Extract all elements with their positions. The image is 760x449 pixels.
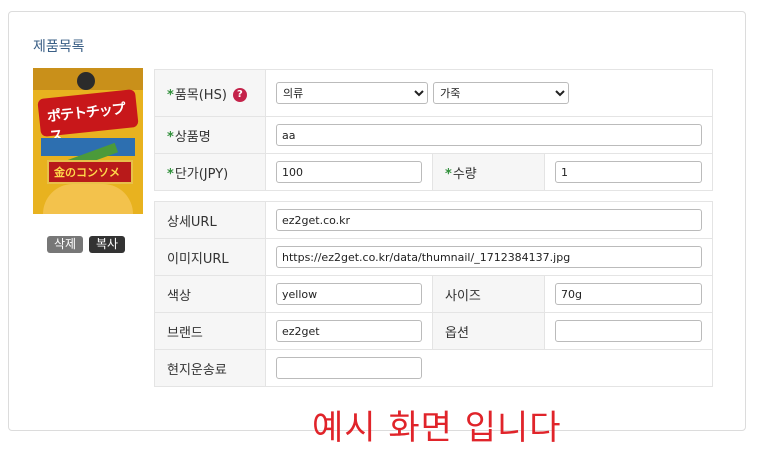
help-icon[interactable]: ? <box>232 88 247 102</box>
hs-label: 품목(HS) <box>174 87 227 103</box>
price-label: 단가(JPY) <box>174 166 229 182</box>
local-shipping-label: 현지운송료 <box>154 349 266 387</box>
brand-logo-icon <box>77 72 95 90</box>
detail-url-label: 상세URL <box>154 201 266 239</box>
copy-button[interactable]: 복사 <box>89 236 126 253</box>
brand-label: 브랜드 <box>154 312 266 350</box>
product-detail-form: 상세URL 이미지URL 색상 사이즈 브랜드 옵션 현지운송료 <box>154 201 713 387</box>
detail-url-input[interactable] <box>276 209 702 231</box>
product-image: ポテトチップス 金のコンソメ <box>33 68 143 214</box>
section-title: 제품목록 <box>33 39 85 55</box>
price-input[interactable] <box>276 161 422 183</box>
image-url-label: 이미지URL <box>154 238 266 276</box>
delete-button[interactable]: 삭제 <box>47 236 84 253</box>
product-main-form: *품목(HS)? 의류 가죽 *상품명 *단가(JPY) *수량 <box>154 69 713 191</box>
brand-input[interactable] <box>276 320 422 342</box>
size-label: 사이즈 <box>432 275 545 313</box>
size-input[interactable] <box>555 283 702 305</box>
quantity-label: 수량 <box>452 166 477 182</box>
local-shipping-input[interactable] <box>276 357 422 379</box>
sample-screen-watermark: 예시 화면 입니다 <box>312 408 562 448</box>
hs-subcategory-select[interactable]: 가죽 <box>433 82 570 104</box>
option-input[interactable] <box>555 320 702 342</box>
product-name-input[interactable] <box>276 124 702 146</box>
hs-category-select[interactable]: 의류 <box>276 82 428 104</box>
quantity-input[interactable] <box>555 161 702 183</box>
option-label: 옵션 <box>432 312 545 350</box>
product-name-label: 상품명 <box>174 129 211 145</box>
product-image-band: 金のコンソメ <box>54 166 120 179</box>
required-mark: * <box>167 87 174 103</box>
color-input[interactable] <box>276 283 422 305</box>
hs-label-cell: *품목(HS)? <box>154 69 266 117</box>
image-url-input[interactable] <box>276 246 702 268</box>
color-label: 색상 <box>154 275 266 313</box>
